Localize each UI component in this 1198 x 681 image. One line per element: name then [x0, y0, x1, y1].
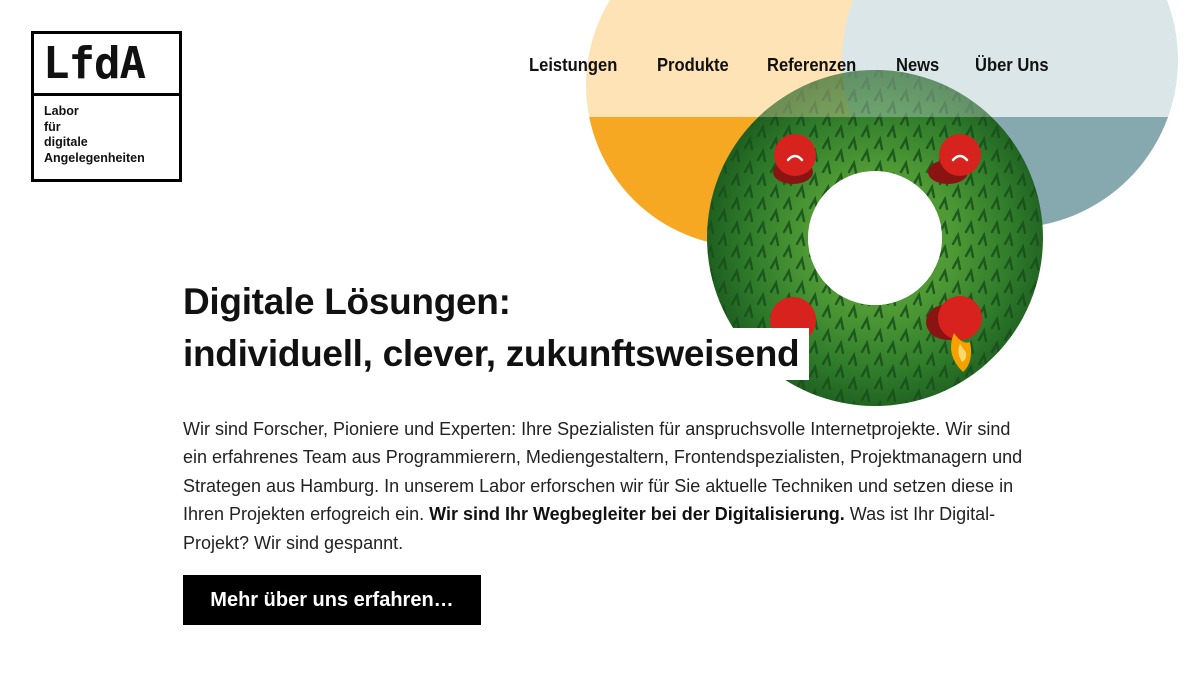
site-logo[interactable]: LfdA Labor für digitale Angelegenheiten	[31, 31, 182, 182]
headline-line-1: Digitale Lösungen:	[183, 276, 521, 328]
nav-item-referenzen[interactable]: Referenzen	[767, 55, 856, 76]
headline-line-2: individuell, clever, zukunftsweisend	[183, 328, 810, 380]
candle-1	[773, 134, 816, 184]
nav-item-news[interactable]: News	[896, 55, 939, 76]
logo-subtitle: Labor für digitale Angelegenheiten	[34, 96, 179, 166]
hero-headline: Digitale Lösungen: individuell, clever, …	[183, 276, 810, 380]
intro-text: Wir sind Forscher, Pioniere und Experten…	[183, 415, 1033, 557]
logo-mark: LfdA	[34, 34, 179, 96]
logo-line: Angelegenheiten	[44, 150, 145, 165]
logo-line: digitale	[44, 135, 88, 149]
logo-line: für	[44, 119, 61, 134]
intro-bold: Wir sind Ihr Wegbegleiter bei der Digita…	[429, 504, 845, 525]
main-navigation: Leistungen Produkte Referenzen News Über…	[529, 55, 1055, 76]
logo-line: Labor	[44, 104, 79, 118]
page: LfdA Labor für digitale Angelegenheiten …	[0, 0, 1198, 681]
wreath-hole	[808, 171, 942, 305]
nav-item-produkte[interactable]: Produkte	[657, 55, 729, 76]
nav-item-leistungen[interactable]: Leistungen	[529, 55, 617, 76]
more-about-us-button[interactable]: Mehr über uns erfahren…	[183, 575, 481, 625]
nav-item-ueber-uns[interactable]: Über Uns	[975, 55, 1049, 76]
